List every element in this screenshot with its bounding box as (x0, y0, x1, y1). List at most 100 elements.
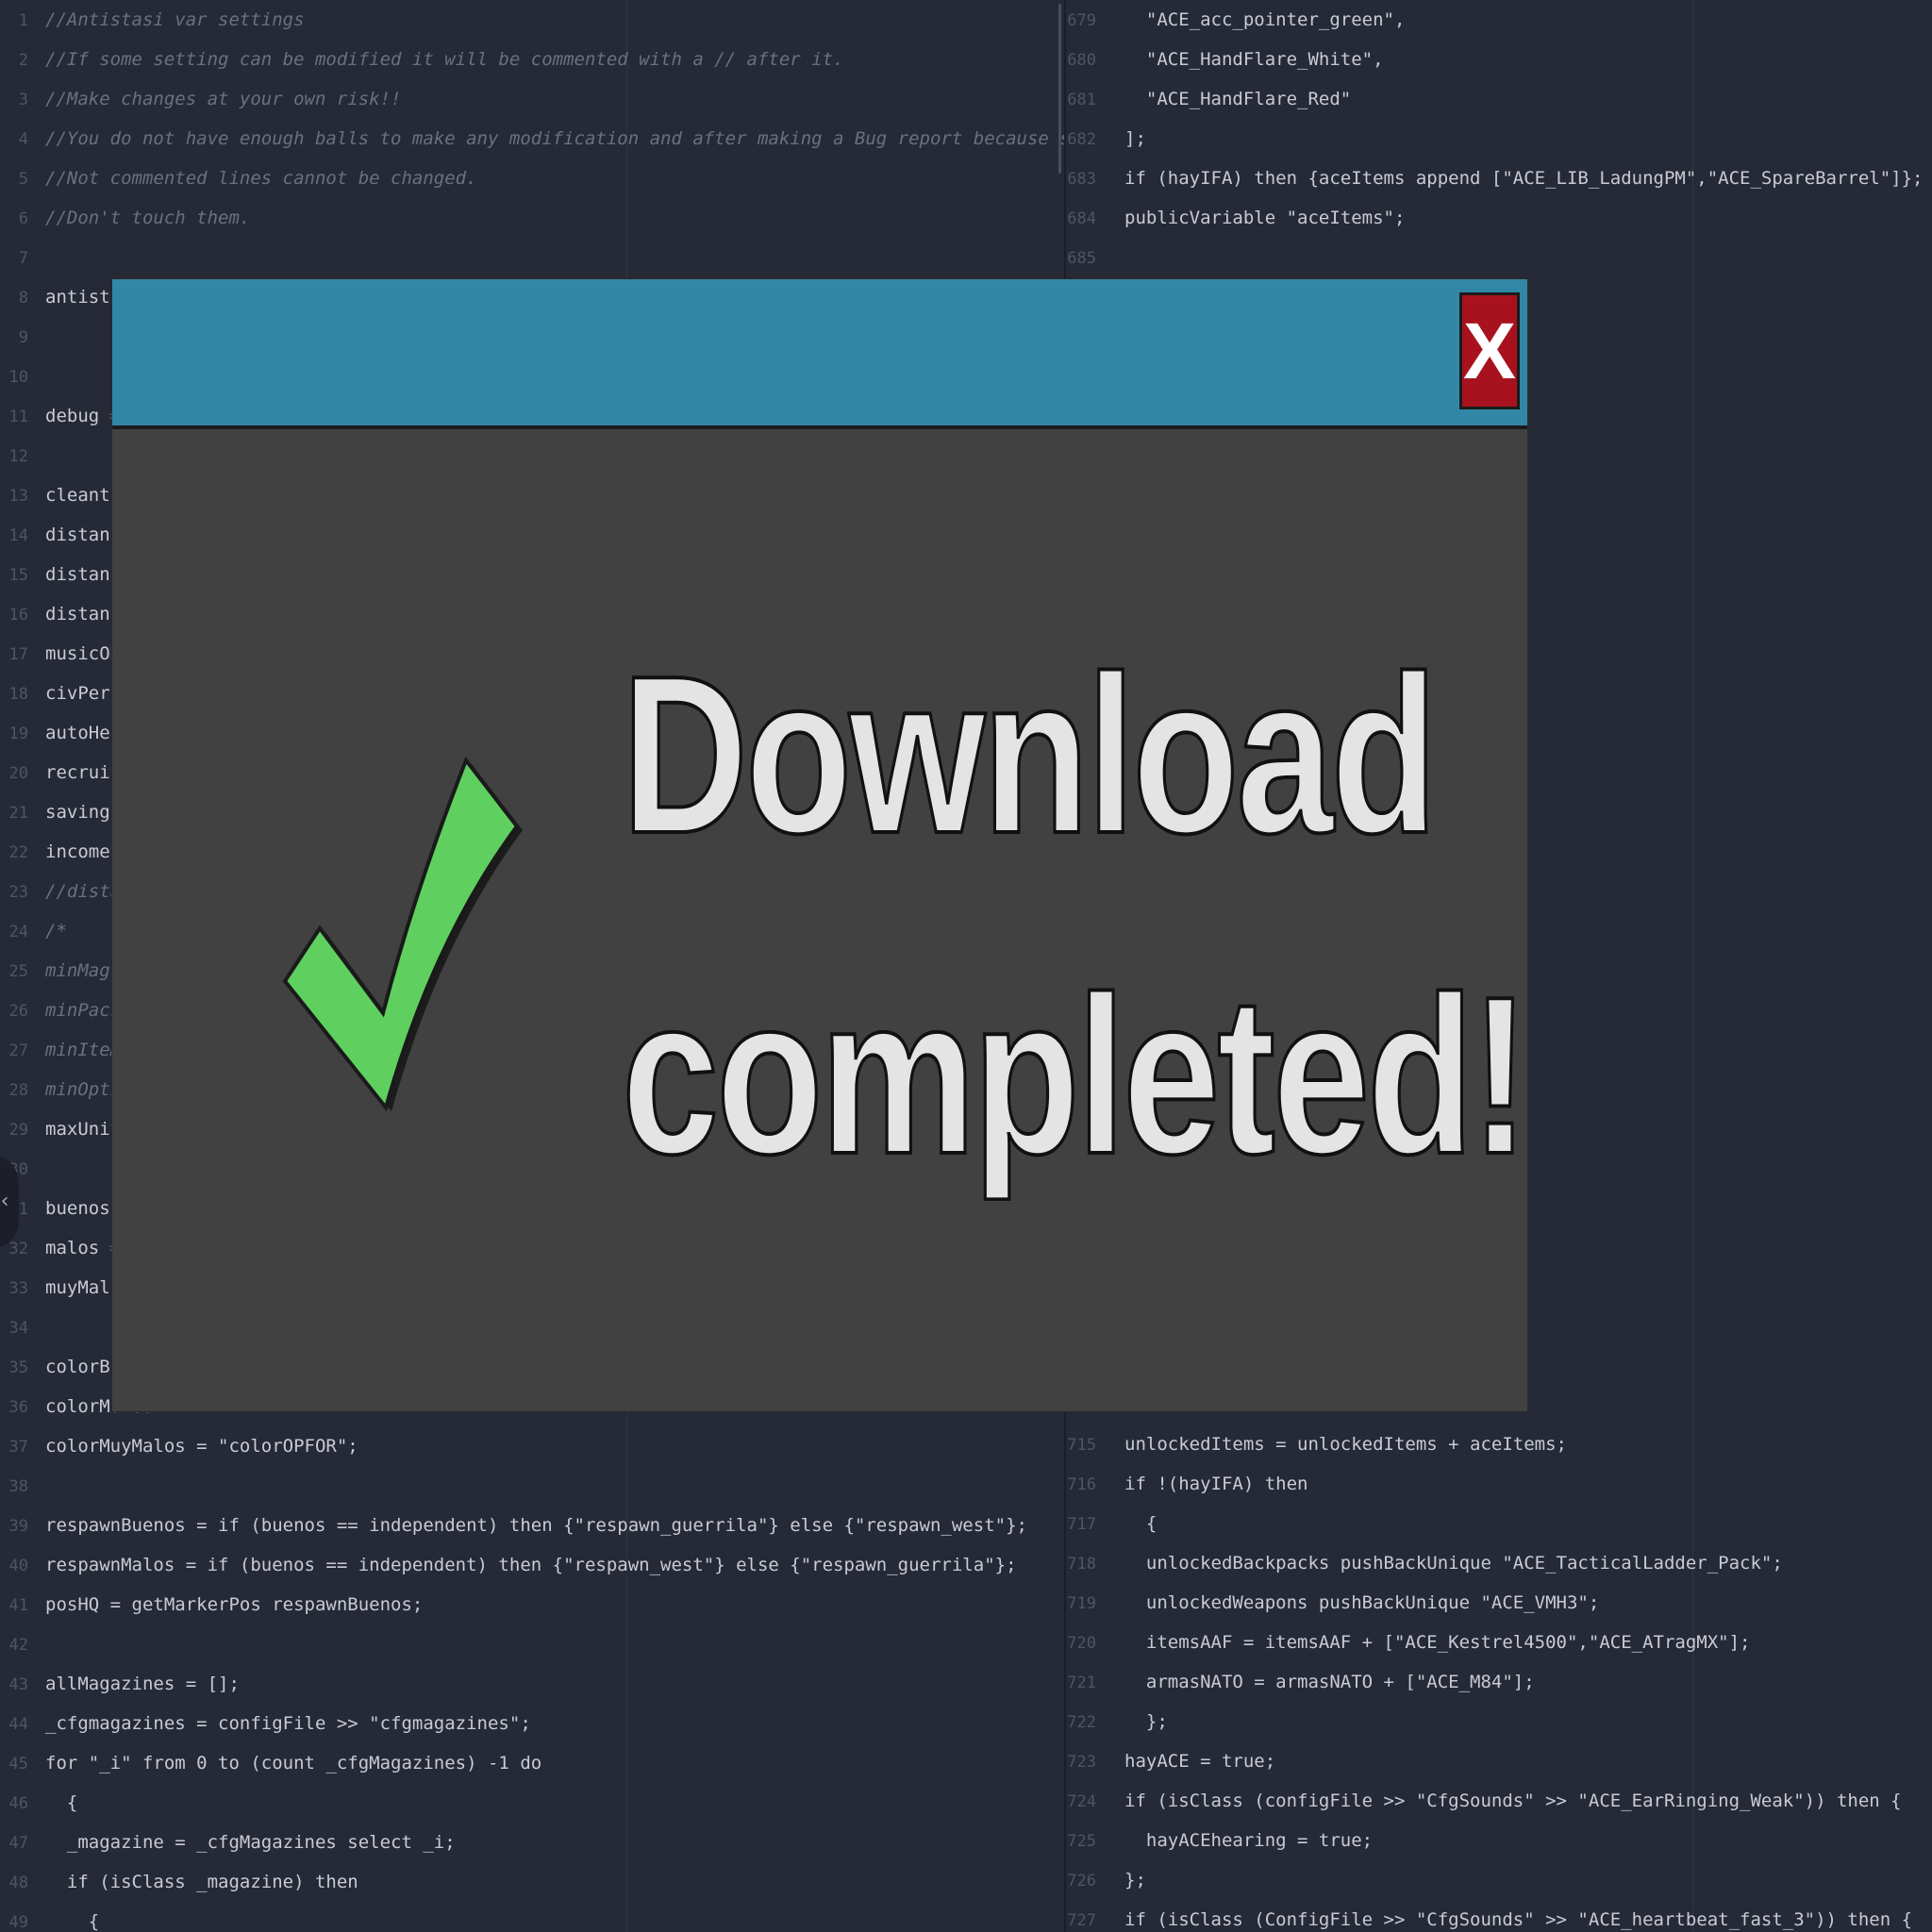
code-line[interactable]: 38 (0, 1466, 45, 1506)
code-text: hayACE = true; (1124, 1751, 1276, 1772)
code-line[interactable]: 41 posHQ = getMarkerPos respawnBuenos; (0, 1585, 424, 1624)
line-number: 27 (8, 1041, 28, 1060)
code-text: unlockedBackpacks pushBackUnique "ACE_Ta… (1124, 1553, 1783, 1574)
code-line[interactable]: 717 { (1066, 1504, 1157, 1543)
line-number: 33 (8, 1279, 28, 1298)
line-number: 44 (8, 1715, 28, 1734)
line-number: 727 (1067, 1911, 1096, 1930)
code-line[interactable]: 3 //Make changes at your own risk!! (0, 79, 402, 119)
line-number: 722 (1067, 1713, 1096, 1732)
close-button[interactable]: X (1459, 292, 1520, 409)
code-text: _cfgmagazines = configFile >> "cfgmagazi… (45, 1713, 531, 1734)
line-number: 683 (1067, 170, 1096, 189)
code-line[interactable]: 683 if (hayIFA) then {aceItems append ["A… (1066, 158, 1923, 198)
code-line[interactable]: 684 publicVariable "aceItems"; (1066, 198, 1405, 238)
code-line[interactable]: 682]; (1066, 119, 1146, 158)
code-text: }; (1124, 1870, 1146, 1890)
code-line[interactable]: 723 hayACE = true; (1066, 1741, 1275, 1781)
code-line[interactable]: 679 "ACE_acc_pointer_green", (1066, 0, 1405, 40)
code-line[interactable]: 37 colorMuyMalos = "colorOPFOR"; (0, 1426, 358, 1466)
line-number: 6 (18, 209, 28, 228)
code-line[interactable]: 47 _magazine = _cfgMagazines select _i; (0, 1823, 456, 1862)
code-line[interactable]: 725 hayACEhearing = true; (1066, 1821, 1373, 1860)
line-number: 23 (8, 883, 28, 902)
line-number: 25 (8, 962, 28, 981)
code-line[interactable]: 43 allMagazines = []; (0, 1664, 240, 1704)
code-line[interactable]: 716 if !(hayIFA) then (1066, 1464, 1307, 1504)
line-number: 13 (8, 487, 28, 506)
code-line[interactable]: 718 unlockedBackpacks pushBackUnique "AC… (1066, 1543, 1783, 1583)
code-line[interactable]: 46 { (0, 1783, 78, 1823)
code-text: { (45, 1911, 100, 1932)
line-number: 22 (8, 843, 28, 862)
code-text: //Make changes at your own risk!! (45, 89, 402, 109)
scrollbar-left[interactable] (1058, 4, 1061, 174)
code-text: //Don't touch them. (45, 208, 251, 228)
code-text: "ACE_HandFlare_White", (1124, 49, 1384, 70)
download-dialog: X Download completed! (112, 279, 1531, 1411)
code-text: unlockedItems = unlockedItems + aceItems… (1124, 1434, 1567, 1455)
line-number: 21 (8, 804, 28, 823)
line-number: 46 (8, 1794, 28, 1813)
code-line[interactable]: 4 //You do not have enough balls to make … (0, 119, 1064, 158)
code-text: unlockedWeapons pushBackUnique "ACE_VMH3… (1124, 1592, 1600, 1613)
code-text: allMagazines = []; (45, 1674, 240, 1694)
code-line[interactable]: 724 if (isClass (configFile >> "CfgSounds… (1066, 1781, 1901, 1821)
line-number: 679 (1067, 11, 1096, 30)
code-line[interactable]: 680 "ACE_HandFlare_White", (1066, 40, 1384, 79)
code-line[interactable]: 44 _cfgmagazines = configFile >> "cfgmaga… (0, 1704, 531, 1743)
line-number: 24 (8, 923, 28, 941)
code-line[interactable]: 42 (0, 1624, 45, 1664)
line-number: 14 (8, 526, 28, 545)
code-line[interactable]: 39 respawnBuenos = if (buenos == independ… (0, 1506, 1027, 1545)
code-line[interactable]: 721 armasNATO = armasNATO + ["ACE_M84"]; (1066, 1662, 1534, 1702)
code-text: _magazine = _cfgMagazines select _i; (45, 1832, 456, 1853)
line-number: 5 (18, 170, 28, 189)
line-number: 717 (1067, 1515, 1096, 1534)
line-number: 43 (8, 1675, 28, 1694)
code-line[interactable]: 727 if (isClass (ConfigFile >> "CfgSounds… (1066, 1900, 1912, 1932)
code-text: /* (45, 921, 67, 941)
code-line[interactable]: 715 unlockedItems = unlockedItems + aceIt… (1066, 1424, 1567, 1464)
line-number: 4 (18, 130, 28, 149)
code-line[interactable]: 2 //If some setting can be modified it wi… (0, 40, 844, 79)
code-line[interactable]: 722 }; (1066, 1702, 1167, 1741)
line-number: 685 (1067, 249, 1096, 268)
code-line[interactable]: 9 (0, 317, 45, 357)
code-line[interactable]: 5 //Not commented lines cannot be changed… (0, 158, 477, 198)
code-text: if !(hayIFA) then (1124, 1474, 1308, 1494)
line-number: 8 (18, 289, 28, 308)
code-line[interactable]: 45 for "_i" from 0 to (count _cfgMagazine… (0, 1743, 542, 1783)
code-text: colorMuyMalos = "colorOPFOR"; (45, 1436, 358, 1457)
code-line[interactable]: 720 itemsAAF = itemsAAF + ["ACE_Kestrel4… (1066, 1623, 1750, 1662)
code-line[interactable]: 10 (0, 357, 45, 396)
code-line[interactable]: 685 (1066, 238, 1124, 277)
code-line[interactable]: 7 (0, 238, 45, 277)
code-line[interactable]: 719 unlockedWeapons pushBackUnique "ACE_… (1066, 1583, 1599, 1623)
code-text: ]; (1124, 128, 1146, 149)
line-number: 10 (8, 368, 28, 387)
code-text: //Antistasi var settings (45, 9, 305, 30)
code-line[interactable]: 34 (0, 1307, 45, 1347)
code-line[interactable]: 6 //Don't touch them. (0, 198, 251, 238)
code-line[interactable]: 1 //Antistasi var settings (0, 0, 305, 40)
code-line[interactable]: 726}; (1066, 1860, 1146, 1900)
line-number: 41 (8, 1596, 28, 1615)
code-line[interactable]: 49 { (0, 1902, 100, 1932)
line-number: 723 (1067, 1753, 1096, 1772)
line-number: 716 (1067, 1475, 1096, 1494)
code-line[interactable]: 48 if (isClass _magazine) then (0, 1862, 358, 1902)
line-number: 11 (8, 408, 28, 426)
code-text: //You do not have enough balls to make a… (45, 128, 1064, 149)
line-number: 12 (8, 447, 28, 466)
code-line[interactable]: 12 (0, 436, 45, 475)
line-number: 49 (8, 1913, 28, 1932)
code-line[interactable]: 681 "ACE_HandFlare_Red" (1066, 79, 1351, 119)
line-number: 40 (8, 1557, 28, 1575)
chevron-left-icon: ‹ (0, 1190, 9, 1213)
code-line[interactable]: 24 /* (0, 911, 67, 951)
code-line[interactable]: 40 respawnMalos = if (buenos == independe… (0, 1545, 1017, 1585)
line-number: 18 (8, 685, 28, 704)
line-number: 2 (18, 51, 28, 70)
code-text: publicVariable "aceItems"; (1124, 208, 1406, 228)
